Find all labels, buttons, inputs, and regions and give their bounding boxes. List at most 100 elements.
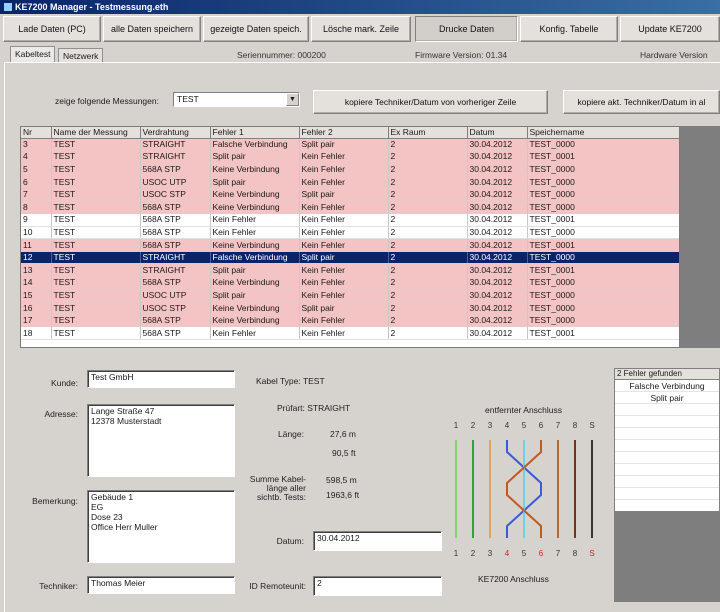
column-header[interactable]: Fehler 1 (210, 127, 300, 139)
table-cell: Keine Verbindung (210, 163, 300, 177)
adresse-line-2: 12378 Musterstadt (91, 416, 162, 426)
table-cell: TEST (51, 163, 141, 177)
error-item-empty (615, 440, 719, 452)
table-cell: TEST (51, 276, 141, 290)
measurement-table[interactable]: Nr Name der Messung Verdrahtung Fehler 1 Feh… (20, 126, 680, 348)
table-row[interactable]: 7 TEST USOC STP Keine Verbindung Split pair 2… (21, 188, 679, 202)
save-shown-button[interactable]: gezeigte Daten speich. (203, 16, 309, 42)
remote-pin-label: 2 (471, 421, 476, 430)
local-pin-label: 5 (522, 549, 527, 558)
table-row[interactable]: 15 TEST USOC UTP Split pair Kein Fehler 2 30.0… (21, 289, 679, 303)
id-remoteunit-field[interactable]: 2 (313, 576, 442, 596)
window-title: KE7200 Manager - Testmessung.eth (15, 2, 169, 12)
table-cell: Kein Fehler (299, 276, 389, 290)
table-row[interactable]: 17 TEST 568A STP Keine Verbindung Kein Fehle… (21, 314, 679, 328)
column-header[interactable]: Fehler 2 (299, 127, 389, 139)
table-cell: Keine Verbindung (210, 314, 300, 328)
chevron-down-icon[interactable]: ▼ (286, 93, 299, 106)
table-cell: TEST_0000 (527, 138, 679, 152)
error-item[interactable]: Split pair (615, 392, 719, 404)
techniker-field[interactable]: Thomas Meier (87, 576, 235, 594)
remote-pin-label: 8 (573, 421, 578, 430)
table-cell: Kein Fehler (299, 150, 389, 164)
table-cell: TEST_0000 (527, 251, 679, 265)
table-row[interactable]: 8 TEST 568A STP Keine Verbindung Kein Fehler… (21, 200, 679, 215)
table-cell: 568A STP (140, 238, 211, 252)
table-cell: TEST (51, 263, 141, 278)
table-cell: 568A STP (140, 213, 211, 227)
update-button[interactable]: Update KE7200 (620, 16, 720, 42)
table-row[interactable]: 5 TEST 568A STP Keine Verbindung Kein Fehler… (21, 163, 679, 177)
table-cell: 2 (388, 213, 468, 227)
measurement-filter-select[interactable]: TEST ▼ (173, 92, 300, 107)
filter-value: TEST (177, 94, 199, 104)
save-all-button[interactable]: alle Daten speichern (103, 16, 201, 42)
table-cell: 2 (388, 150, 468, 164)
column-header[interactable]: Datum (467, 127, 528, 139)
table-row[interactable]: 18 TEST 568A STP Kein Fehler Kein Fehler 2 30.… (21, 326, 679, 340)
remote-pin-label: 1 (454, 421, 459, 430)
copy-all-button[interactable]: kopiere akt. Techniker/Datum in al (563, 90, 720, 114)
table-row[interactable]: 6 TEST USOC UTP Split pair Kein Fehler 2 30.04… (21, 175, 679, 189)
bemerkung-field[interactable]: Gebäude 1 EG Dose 23 Office Herr Muller (87, 490, 235, 563)
table-cell: TEST_0000 (527, 163, 679, 177)
table-row[interactable]: 11 TEST 568A STP Keine Verbindung Kein Fehle… (21, 238, 679, 252)
table-row-selected[interactable]: 12 TEST STRAIGHT Falsche Verbindung Split pa… (21, 251, 679, 265)
adresse-line-1: Lange Straße 47 (91, 406, 155, 416)
column-header[interactable]: Verdrahtung (140, 127, 211, 139)
error-item[interactable]: Falsche Verbindung (615, 380, 719, 392)
table-row[interactable]: 14 TEST 568A STP Keine Verbindung Kein Fehle… (21, 276, 679, 290)
table-row[interactable]: 10 TEST 568A STP Kein Fehler Kein Fehler 2 30.… (21, 226, 679, 240)
table-cell: 11 (21, 238, 52, 252)
local-pin-label: 4 (505, 549, 510, 558)
remote-pin-label: 5 (522, 421, 527, 430)
table-cell: 568A STP (140, 200, 211, 215)
table-cell: 568A STP (140, 226, 211, 240)
table-cell: 4 (21, 150, 52, 164)
column-header[interactable]: Speichername (527, 127, 679, 139)
local-pin-label: 8 (573, 549, 578, 558)
table-cell: USOC UTP (140, 289, 211, 303)
table-row[interactable]: 4 TEST STRAIGHT Split pair Kein Fehler 2 30.04… (21, 150, 679, 164)
kunde-field[interactable]: Test GmbH (87, 370, 235, 388)
table-cell: 30.04.2012 (467, 276, 528, 290)
title-bar: KE7200 Manager - Testmessung.eth (0, 0, 720, 14)
table-cell: 2 (388, 251, 468, 265)
tab-kabeltest[interactable]: Kabeltest (10, 46, 56, 63)
wiremap-diagram: 1 2 3 4 5 6 7 8 S 1 2 3 4 5 6 7 8 S (454, 421, 595, 558)
id-remoteunit-label: ID Remoteunit: (249, 581, 306, 591)
table-cell: TEST (51, 326, 141, 340)
table-row[interactable]: 3 TEST STRAIGHT Falsche Verbindung Split pai… (21, 138, 679, 152)
print-button[interactable]: Drucke Daten (415, 16, 518, 42)
datum-field[interactable]: 30.04.2012 (313, 531, 442, 551)
table-row[interactable]: 16 TEST USOC STP Keine Verbindung Split pair… (21, 301, 679, 315)
table-cell: 10 (21, 226, 52, 240)
column-header[interactable]: Name der Messung (51, 127, 141, 139)
table-cell: 3 (21, 138, 52, 152)
table-cell: 30.04.2012 (467, 138, 528, 152)
table-cell: TEST (51, 251, 141, 265)
table-cell: Split pair (210, 150, 300, 164)
adresse-field[interactable]: Lange Straße 47 12378 Musterstadt (87, 404, 235, 477)
tab-netzwerk[interactable]: Netzwerk (58, 48, 104, 63)
column-header[interactable]: Nr (21, 127, 52, 139)
error-list[interactable]: 2 Fehler gefunden Falsche Verbindung Spl… (614, 368, 720, 512)
table-cell: 30.04.2012 (467, 163, 528, 177)
delete-row-button[interactable]: Lösche mark. Zeile (311, 16, 411, 42)
load-data-button[interactable]: Lade Daten (PC) (3, 16, 101, 42)
table-cell: 2 (388, 314, 468, 328)
remote-connector-label: entfernter Anschluss (485, 405, 563, 415)
config-table-button[interactable]: Konfig. Tabelle (520, 16, 618, 42)
bemerkung-line-2: EG (91, 502, 104, 512)
table-row[interactable]: 13 TEST STRAIGHT Split pair Kein Fehler 2 30.0… (21, 263, 679, 278)
column-header[interactable]: Ex Raum (388, 127, 468, 139)
copy-previous-button[interactable]: kopiere Techniker/Datum von vorheriger Z… (313, 90, 548, 114)
table-cell: Kein Fehler (299, 200, 389, 215)
table-cell: Split pair (299, 138, 389, 152)
kabel-type: Kabel Type: TEST (256, 376, 325, 386)
table-cell: TEST_0000 (527, 200, 679, 215)
table-row[interactable]: 9 TEST 568A STP Kein Fehler Kein Fehler 2 30.0… (21, 213, 679, 227)
laenge-meter: 27,6 m (330, 429, 356, 439)
table-cell: Kein Fehler (299, 163, 389, 177)
table-cell: Split pair (299, 188, 389, 202)
